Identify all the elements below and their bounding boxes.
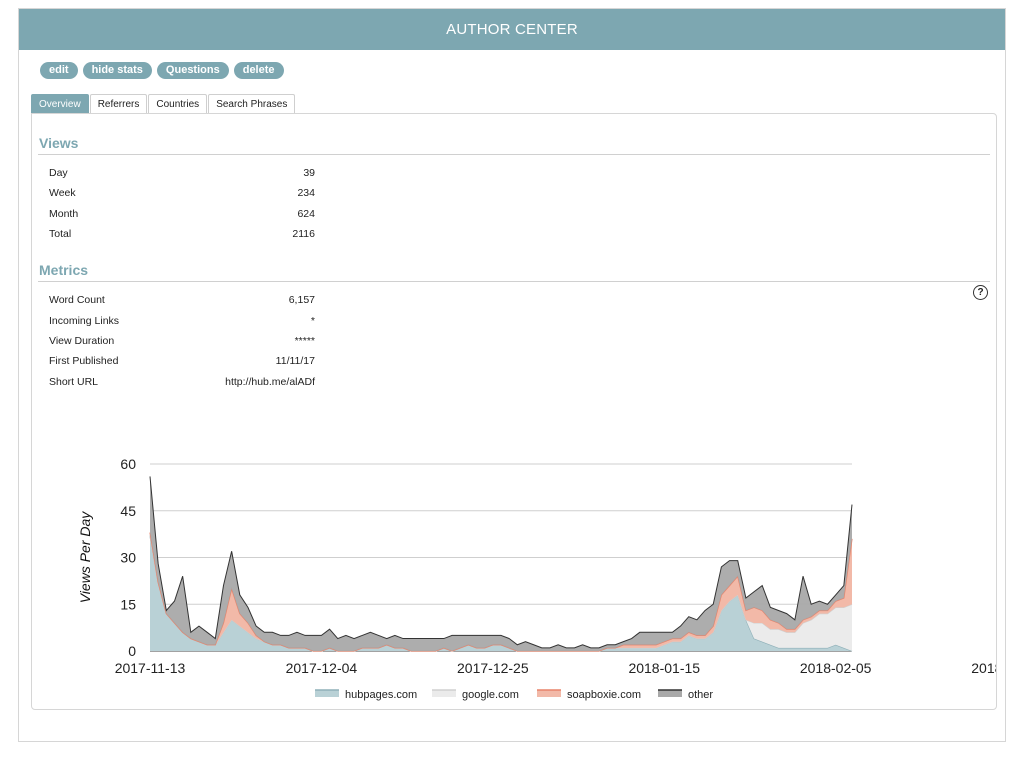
x-tick-label: 2018-01-15 — [628, 660, 700, 676]
y-tick-label: 0 — [128, 643, 136, 659]
legend-label: other — [688, 689, 713, 701]
x-tick-label: 2018-02-26 — [971, 660, 996, 676]
hide-stats-button[interactable]: hide stats — [82, 62, 152, 79]
page-title: AUTHOR CENTER — [446, 21, 578, 38]
questions-button[interactable]: Questions — [156, 62, 229, 79]
tab-search-phrases[interactable]: Search Phrases — [208, 94, 296, 114]
legend-label: google.com — [462, 689, 519, 701]
legend-swatch — [432, 690, 456, 697]
stats-tabs: Overview Referrers Countries Search Phra… — [31, 94, 296, 114]
y-tick-label: 60 — [120, 456, 136, 472]
x-tick-label: 2018-02-05 — [800, 660, 872, 676]
x-tick-label: 2017-12-25 — [457, 660, 529, 676]
overview-panel: Views Day 39 Week 234 Month 624 Total 21… — [31, 113, 997, 710]
page-header: AUTHOR CENTER — [19, 9, 1005, 50]
legend-swatch — [658, 690, 682, 697]
x-tick-label: 2017-11-13 — [115, 660, 186, 676]
action-buttons: edit hide stats Questions delete — [40, 62, 284, 79]
legend-swatch — [315, 690, 339, 697]
y-tick-label: 30 — [120, 550, 136, 566]
tab-countries[interactable]: Countries — [148, 94, 208, 114]
x-tick-label: 2017-12-04 — [286, 660, 358, 676]
edit-button[interactable]: edit — [40, 62, 78, 79]
legend-label: hubpages.com — [345, 689, 417, 701]
views-per-day-chart: 0 15 30 45 60 Views Per Day 2017-11-13 2017-12-… — [77, 456, 996, 701]
y-tick-label: 45 — [120, 503, 136, 519]
legend-swatch — [537, 690, 561, 697]
y-tick-label: 15 — [120, 596, 136, 612]
author-center-frame: AUTHOR CENTER edit hide stats Questions … — [18, 8, 1006, 742]
legend-label: soapboxie.com — [567, 689, 641, 701]
tab-referrers[interactable]: Referrers — [89, 94, 148, 114]
y-axis-title: Views Per Day — [77, 511, 93, 604]
tab-overview[interactable]: Overview — [31, 94, 89, 114]
delete-button[interactable]: delete — [233, 62, 284, 79]
